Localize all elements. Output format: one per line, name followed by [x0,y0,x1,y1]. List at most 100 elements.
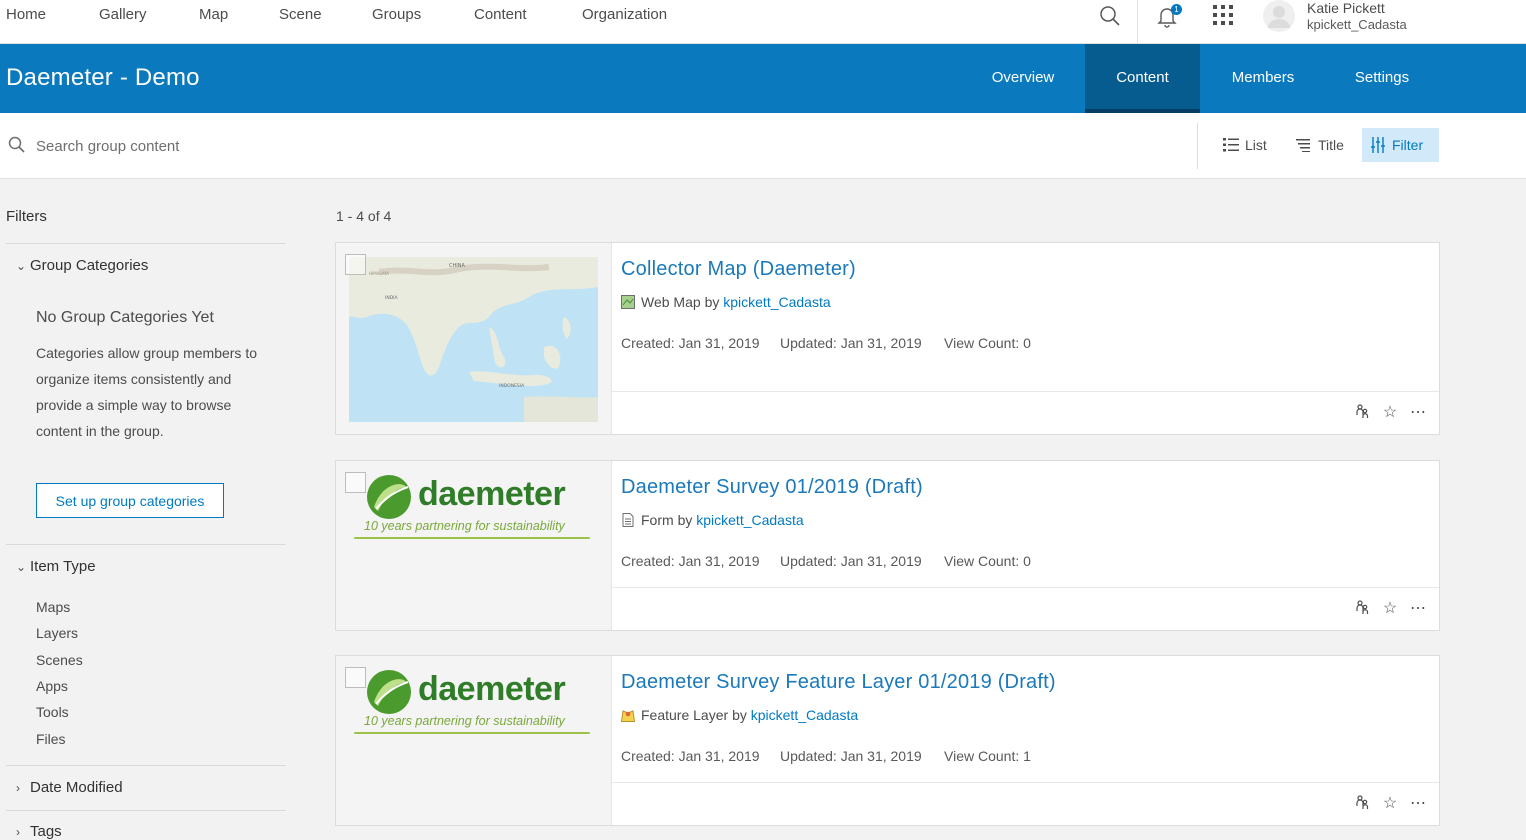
favorite-star-icon[interactable]: ☆ [1380,403,1400,423]
by-label: by [732,707,747,723]
tags-toggle[interactable]: › Tags [16,823,62,840]
leaf-logo-icon [367,475,411,519]
map-label: CHINA [449,263,465,269]
item-thumbnail[interactable]: daemeter 10 years partnering for sustain… [336,461,612,630]
nav-home[interactable]: Home [6,6,46,23]
created-date: Created: Jan 31, 2019 [621,553,760,569]
item-thumbnail[interactable]: CHINA HIMALAYA INDIA INDONESIA [336,243,612,434]
item-title-link[interactable]: Daemeter Survey Feature Layer 01/2019 (D… [621,671,1056,694]
content-item-card: CHINA HIMALAYA INDIA INDONESIA Collector… [335,242,1440,435]
select-checkbox[interactable] [345,667,366,688]
daemeter-logo: daemeter 10 years partnering for sustain… [354,668,590,748]
divider [6,243,286,244]
item-type-toggle[interactable]: ⌄ Item Type [16,558,96,575]
favorite-star-icon[interactable]: ☆ [1380,599,1400,619]
filter-layers[interactable]: Layers [36,625,78,641]
search-field-icon [8,136,25,158]
no-categories-title: No Group Categories Yet [36,309,214,326]
by-label: by [677,512,693,528]
filter-toggle-button[interactable]: Filter [1362,128,1439,162]
search-input[interactable] [36,134,636,158]
logo-underline [354,537,590,539]
nav-groups[interactable]: Groups [372,6,421,23]
filter-maps[interactable]: Maps [36,599,70,615]
list-view-button[interactable]: List [1215,128,1279,162]
nav-map[interactable]: Map [199,6,228,23]
setup-categories-button[interactable]: Set up group categories [36,483,224,518]
list-view-label: List [1245,137,1267,153]
share-icon[interactable] [1352,599,1372,619]
date-modified-toggle[interactable]: › Date Modified [16,779,123,796]
more-options-icon[interactable]: ⋯ [1408,794,1428,814]
owner-link[interactable]: kpickett_Cadasta [723,294,830,310]
map-thumbnail: CHINA HIMALAYA INDIA INDONESIA [349,257,598,422]
nav-gallery[interactable]: Gallery [99,6,147,23]
more-options-icon[interactable]: ⋯ [1408,599,1428,619]
select-checkbox[interactable] [345,254,366,275]
owner-link[interactable]: kpickett_Cadasta [751,707,858,723]
logo-underline [354,732,590,734]
group-header: Daemeter - Demo Overview Content Members… [0,44,1526,113]
logo-tagline: 10 years partnering for sustainability [364,714,565,728]
logo-word: daemeter [418,670,566,708]
item-title-link[interactable]: Daemeter Survey 01/2019 (Draft) [621,476,923,499]
content-item-card: daemeter 10 years partnering for sustain… [335,655,1440,826]
chevron-down-icon: ⌄ [16,560,27,574]
divider [6,544,286,545]
map-label: INDIA [385,295,398,301]
tags-label: Tags [30,823,62,840]
chevron-down-icon: ⌄ [16,259,27,273]
user-display-name[interactable]: Katie Pickett [1307,0,1385,16]
share-icon[interactable] [1352,403,1372,423]
item-thumbnail[interactable]: daemeter 10 years partnering for sustain… [336,656,612,825]
select-checkbox[interactable] [345,472,366,493]
feature-layer-icon [621,710,635,722]
sort-title-button[interactable]: Title [1288,128,1354,162]
item-title-link[interactable]: Collector Map (Daemeter) [621,258,856,281]
content-search-bar: List Title Filter [0,113,1526,179]
sort-icon [1296,139,1310,152]
search-icon[interactable] [1099,5,1121,32]
item-type-label: Feature Layer [641,707,729,723]
app-launcher-icon[interactable] [1213,5,1233,30]
owner-link[interactable]: kpickett_Cadasta [696,512,803,528]
user-username[interactable]: kpickett_Cadasta [1307,17,1407,32]
updated-date: Updated: Jan 31, 2019 [780,553,922,569]
filter-scenes[interactable]: Scenes [36,652,83,668]
map-label: INDONESIA [499,383,525,389]
nav-organization[interactable]: Organization [582,6,667,23]
no-categories-description: Categories allow group members to organi… [36,345,257,439]
top-navigation: Home Gallery Map Scene Groups Content Or… [0,0,1526,44]
tab-settings[interactable]: Settings [1325,44,1439,113]
nav-content[interactable]: Content [474,6,527,23]
tab-members[interactable]: Members [1206,44,1320,113]
nav-scene[interactable]: Scene [279,6,322,23]
chevron-right-icon: › [16,781,20,795]
view-count: View Count: 0 [944,553,1031,569]
divider [6,810,286,811]
tab-content[interactable]: Content [1085,44,1200,113]
item-type-line: Web Map by kpickett_Cadasta [621,294,831,310]
map-label: HIMALAYA [369,271,389,276]
date-modified-label: Date Modified [30,779,123,796]
group-categories-label: Group Categories [30,257,149,274]
group-categories-toggle[interactable]: ⌄ Group Categories [16,257,148,274]
more-options-icon[interactable]: ⋯ [1408,403,1428,423]
item-type-label: Form [641,512,674,528]
updated-date: Updated: Jan 31, 2019 [780,335,922,351]
filter-files[interactable]: Files [36,731,66,747]
share-icon[interactable] [1352,794,1372,814]
filter-tools[interactable]: Tools [36,704,69,720]
filter-apps[interactable]: Apps [36,678,68,694]
item-type-label: Item Type [30,558,96,575]
created-date: Created: Jan 31, 2019 [621,748,760,764]
avatar[interactable] [1263,0,1295,37]
daemeter-logo: daemeter 10 years partnering for sustain… [354,473,590,553]
sort-title-label: Title [1318,137,1344,153]
search-divider [1137,0,1138,44]
tab-overview[interactable]: Overview [966,44,1080,113]
view-controls-divider [1197,123,1198,169]
favorite-star-icon[interactable]: ☆ [1380,794,1400,814]
card-actions: ☆ ⋯ [612,782,1439,825]
form-icon [622,513,634,527]
